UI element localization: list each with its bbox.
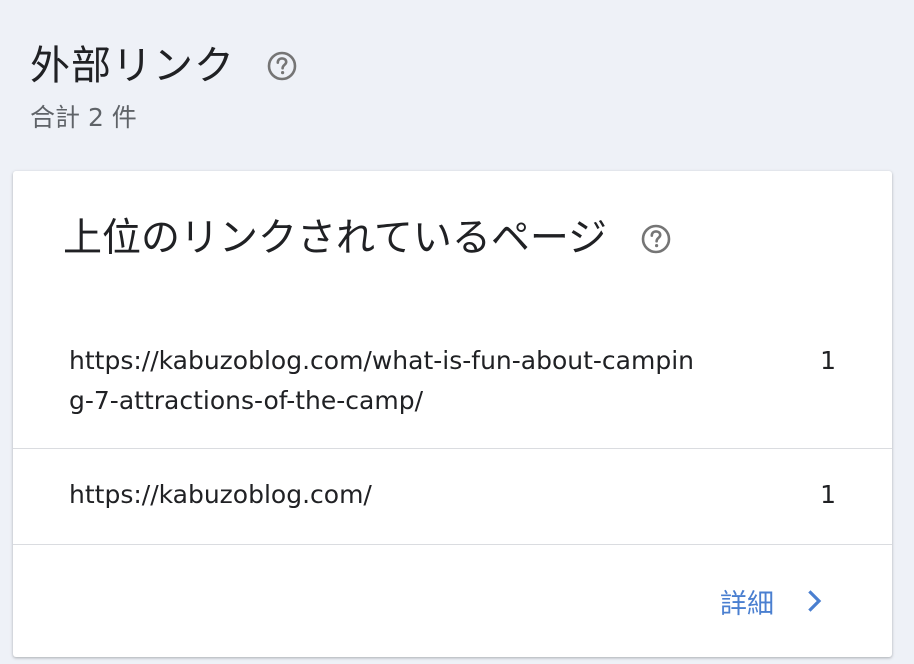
link-url[interactable]: https://kabuzoblog.com/	[69, 475, 709, 515]
details-label: 詳細	[720, 588, 774, 620]
page-title: 外部リンク	[30, 43, 235, 89]
section-header: 外部リンク 合計 2 件	[30, 36, 870, 136]
card-title: 上位のリンクされているページ	[63, 216, 608, 261]
link-count: 1	[820, 480, 836, 509]
card-title-row: 上位のリンクされているページ	[63, 209, 671, 269]
link-url[interactable]: https://kabuzoblog.com/what-is-fun-about…	[69, 341, 709, 421]
help-icon[interactable]	[267, 51, 297, 81]
top-linked-pages-card: 上位のリンクされているページ https://kabuzoblog.com/wh…	[13, 171, 892, 657]
table-row[interactable]: https://kabuzoblog.com/ 1	[13, 449, 892, 545]
total-count: 合計 2 件	[30, 103, 137, 132]
title-row: 外部リンク	[30, 36, 870, 96]
chevron-right-icon	[802, 588, 828, 614]
table-row[interactable]: https://kabuzoblog.com/what-is-fun-about…	[13, 319, 892, 449]
help-icon[interactable]	[641, 224, 671, 254]
details-button[interactable]: 詳細	[720, 579, 828, 623]
link-count: 1	[820, 346, 836, 375]
